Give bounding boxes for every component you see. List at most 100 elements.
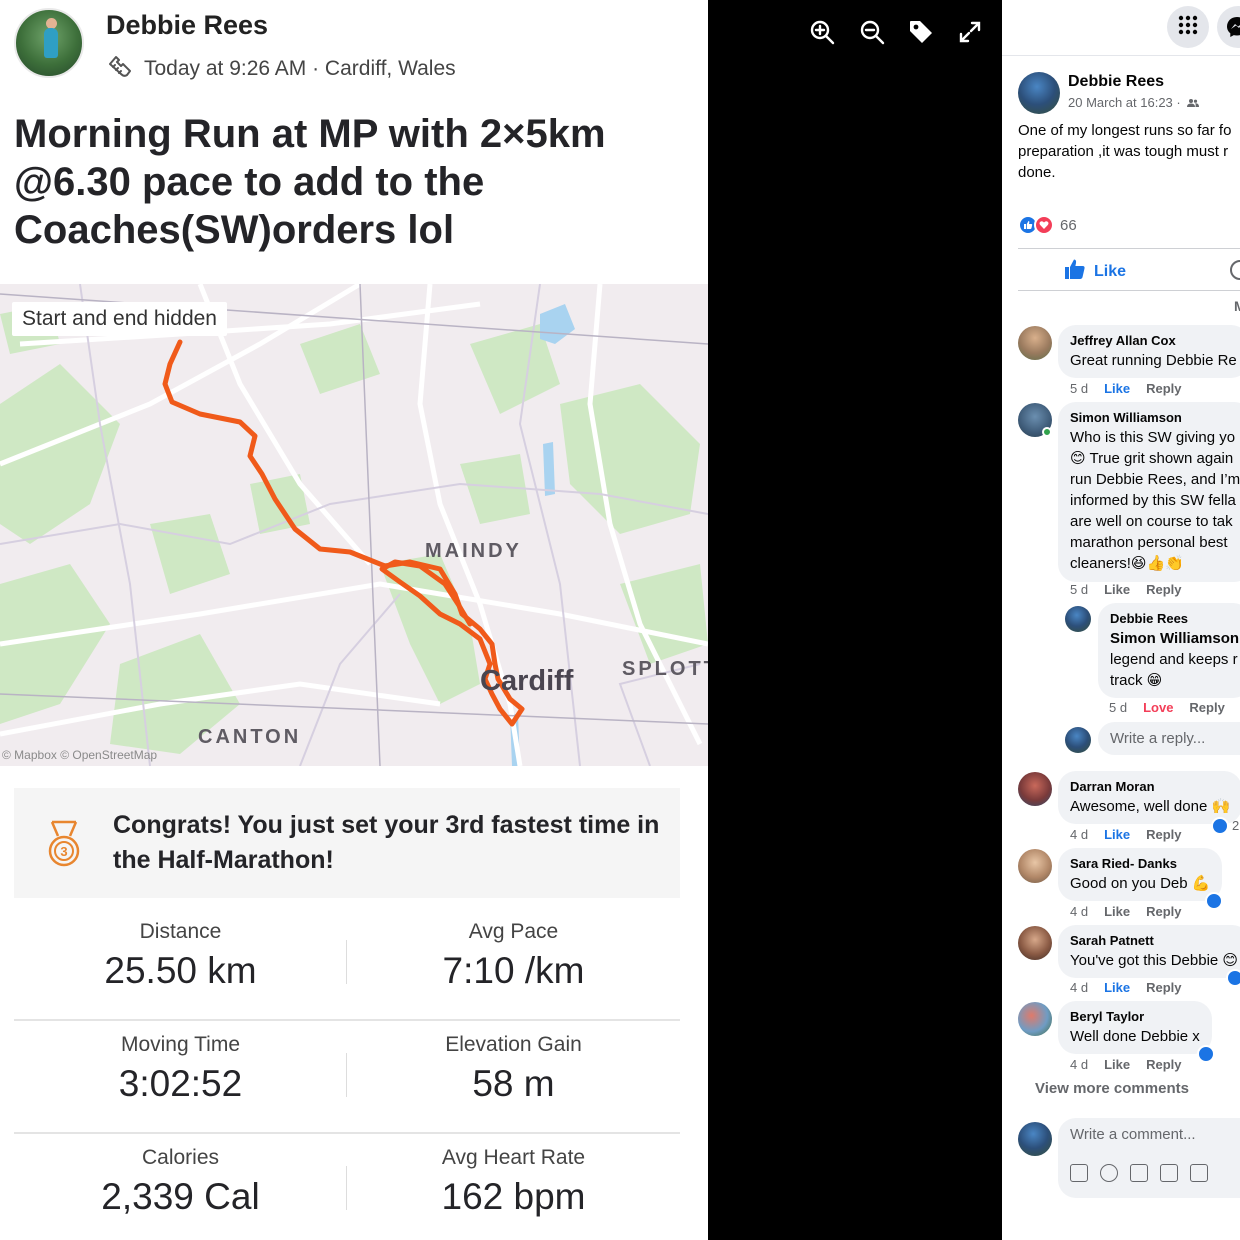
write-reply-input[interactable]: Write a reply... (1098, 722, 1240, 755)
write-comment-input[interactable]: Write a comment... (1058, 1118, 1240, 1198)
emoji-icon[interactable] (1100, 1164, 1118, 1182)
post-reactions[interactable]: 66 (1018, 215, 1077, 235)
post-text: One of my longest runs so far fo prepara… (1018, 120, 1240, 183)
comment-line: track 😁 (1110, 672, 1163, 689)
commenter-name[interactable]: Jeffrey Allan Cox (1070, 332, 1237, 350)
stat-label: Elevation Gain (445, 1033, 582, 1056)
comment-mention[interactable]: Simon Williamson (1110, 628, 1239, 649)
zoom-in-icon[interactable] (808, 18, 836, 46)
comment-bubble: Simon Williamson Who is this SW giving y… (1058, 402, 1240, 582)
stat-elevation-gain: Elevation Gain 58 m (347, 1033, 680, 1105)
stat-label: Calories (141, 1146, 220, 1169)
comment-actions: 4 d Like Reply (1070, 1057, 1182, 1072)
post-date-text: 20 March at 16:23 · (1068, 95, 1181, 110)
stats-row: Calories 2,339 Cal Avg Heart Rate 162 bp… (14, 1134, 680, 1240)
avatar-sticker-icon[interactable] (1070, 1164, 1088, 1182)
comment-reply-button[interactable]: Reply (1146, 381, 1181, 396)
comment-time[interactable]: 4 d (1070, 827, 1088, 842)
fullscreen-icon[interactable] (956, 18, 984, 46)
gif-icon[interactable] (1160, 1164, 1178, 1182)
map-label-cardiff: Cardiff (480, 665, 574, 697)
comment-text: Well done Debbie x (1070, 1026, 1200, 1047)
commenter-name[interactable]: Sarah Patnett (1070, 932, 1238, 950)
commenter-avatar[interactable] (1018, 1002, 1052, 1036)
reply-author-avatar[interactable] (1065, 606, 1091, 632)
messenger-button[interactable] (1217, 6, 1240, 48)
stat-value: 2,339 Cal (101, 1176, 260, 1217)
comment-line: 😊 True grit shown again (1070, 450, 1234, 467)
current-user-avatar[interactable] (1065, 727, 1091, 753)
commenter-name[interactable]: Beryl Taylor (1070, 1008, 1200, 1026)
post-like-label: Like (1094, 262, 1127, 280)
comment-line: cleaners!😆👍👏 (1070, 555, 1184, 572)
commenter-avatar[interactable] (1018, 772, 1052, 806)
current-user-avatar[interactable] (1018, 1122, 1052, 1156)
activity-stats: Distance 25.50 km Avg Pace 7:10 /km Movi… (14, 908, 680, 1240)
comment-like-button[interactable]: Like (1104, 904, 1130, 919)
comment-actions: 5 d Like Reply (1070, 381, 1182, 396)
route-map[interactable]: Start and end hidden MAINDY Cardiff SPLO… (0, 284, 708, 766)
comment-text: Good on you Deb 💪 (1070, 873, 1210, 894)
comment-reply-button[interactable]: Reply (1146, 827, 1181, 842)
comment-icon[interactable] (1230, 260, 1240, 280)
comment-line: Well done Debbie x (1070, 1028, 1200, 1045)
post-date[interactable]: 20 March at 16:23 · (1068, 95, 1200, 111)
menu-grid-button[interactable] (1167, 6, 1209, 48)
map-canvas (0, 284, 708, 766)
comment-reaction-count: 2 (1232, 818, 1240, 833)
commenter-avatar[interactable] (1018, 326, 1052, 360)
comment-like-button[interactable]: Like (1104, 1057, 1130, 1072)
commenter-name[interactable]: Simon Williamson (1070, 409, 1240, 427)
comment-time[interactable]: 5 d (1109, 700, 1127, 715)
post-author-avatar[interactable] (1018, 72, 1060, 114)
comment-bubble: Beryl Taylor Well done Debbie x (1058, 1001, 1212, 1054)
tag-icon[interactable] (907, 18, 935, 46)
comment-text: Simon Williamson legend and keeps r trac… (1110, 628, 1239, 691)
comment-reply-button[interactable]: Reply (1146, 1057, 1181, 1072)
comment-time[interactable]: 5 d (1070, 381, 1088, 396)
love-reaction-icon (1034, 215, 1054, 235)
comment-time[interactable]: 4 d (1070, 980, 1088, 995)
view-more-comments-link[interactable]: View more comments (1035, 1080, 1189, 1097)
commenter-avatar[interactable] (1018, 926, 1052, 960)
achievement-banner: 3 Congrats! You just set your 3rd fastes… (14, 788, 680, 898)
shoe-icon (106, 52, 134, 86)
comment-line: are well on course to tak (1070, 513, 1233, 530)
comment-reply-button[interactable]: Reply (1146, 980, 1181, 995)
most-relevant-filter[interactable]: M (1234, 298, 1240, 314)
commenter-avatar[interactable] (1018, 849, 1052, 883)
comment-bubble: Jeffrey Allan Cox Great running Debbie R… (1058, 325, 1240, 378)
thumbs-up-icon (1064, 258, 1086, 285)
comment-time[interactable]: 5 d (1070, 582, 1088, 597)
athlete-name[interactable]: Debbie Rees (106, 10, 268, 41)
post-author-name[interactable]: Debbie Rees (1068, 73, 1164, 91)
comment-line: Awesome, well done 🙌 (1070, 798, 1231, 815)
comment-line: Who is this SW giving yo (1070, 429, 1236, 446)
map-label-canton: CANTON (198, 726, 302, 748)
comment-like-button[interactable]: Like (1104, 381, 1130, 396)
stat-moving-time: Moving Time 3:02:52 (14, 1033, 347, 1105)
svg-text:3: 3 (60, 844, 67, 859)
comment-time[interactable]: 4 d (1070, 904, 1088, 919)
commenter-name[interactable]: Debbie Rees (1110, 610, 1239, 628)
post-like-button[interactable]: Like (1064, 258, 1126, 285)
camera-icon[interactable] (1130, 1164, 1148, 1182)
zoom-out-icon[interactable] (858, 18, 886, 46)
stat-value: 7:10 /km (442, 950, 585, 991)
comment-reply-button[interactable]: Reply (1189, 700, 1224, 715)
map-label-splott: SPLOTT (622, 658, 708, 680)
comment-like-button[interactable]: Like (1104, 827, 1130, 842)
comment-love-button[interactable]: Love (1143, 700, 1173, 715)
commenter-name[interactable]: Darran Moran (1070, 778, 1230, 796)
comment-line: marathon personal best (1070, 534, 1228, 551)
comment-reply-button[interactable]: Reply (1146, 904, 1181, 919)
comment-time[interactable]: 4 d (1070, 1057, 1088, 1072)
athlete-avatar[interactable] (14, 8, 84, 78)
commenter-name[interactable]: Sara Ried- Danks (1070, 855, 1210, 873)
map-privacy-badge: Start and end hidden (12, 302, 227, 336)
reply-bubble: Debbie Rees Simon Williamson legend and … (1098, 603, 1240, 698)
comment-like-button[interactable]: Like (1104, 582, 1130, 597)
comment-like-button[interactable]: Like (1104, 980, 1130, 995)
comment-reply-button[interactable]: Reply (1146, 582, 1181, 597)
sticker-icon[interactable] (1190, 1164, 1208, 1182)
